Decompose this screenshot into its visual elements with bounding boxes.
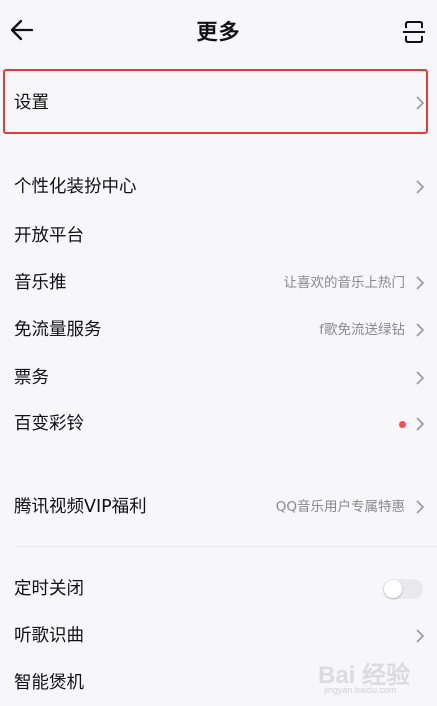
ringtones-item[interactable]: 百变彩铃: [0, 401, 437, 447]
chevron-right-icon: [416, 500, 425, 514]
red-dot-badge: [399, 421, 406, 428]
scan-icon[interactable]: [401, 19, 427, 45]
chevron-right-icon: [416, 371, 425, 385]
tencent-video-vip-label: 腾讯视频VIP福利: [14, 497, 147, 517]
free-data-service-item[interactable]: 免流量服务 f歌免流送绿钻: [0, 307, 437, 353]
sleep-timer-toggle[interactable]: [383, 579, 423, 599]
smart-device-label: 智能煲机: [14, 673, 84, 693]
section-divider: [14, 546, 437, 547]
free-data-service-subtitle: f歌免流送绿钻: [319, 322, 405, 338]
sleep-timer-item: 定时关闭: [0, 566, 437, 612]
tencent-video-vip-item[interactable]: 腾讯视频VIP福利 QQ音乐用户专属特惠: [0, 484, 437, 530]
chevron-right-icon: [416, 180, 425, 194]
tencent-video-vip-subtitle: QQ音乐用户专属特惠: [275, 499, 405, 515]
chevron-right-icon: [416, 629, 425, 643]
music-promo-item[interactable]: 音乐推 让喜欢的音乐上热门: [0, 260, 437, 306]
page-title: 更多: [196, 20, 241, 44]
baidu-jingyan-watermark: Bai 经验 jingyan.baidu.com: [318, 647, 434, 697]
open-platform-label: 开放平台: [14, 226, 84, 246]
chevron-right-icon: [416, 323, 425, 337]
tickets-label: 票务: [14, 368, 49, 388]
sleep-timer-label: 定时关闭: [14, 579, 84, 599]
toggle-knob: [384, 580, 402, 598]
personalization-center-item[interactable]: 个性化装扮中心: [0, 164, 437, 210]
open-platform-item[interactable]: 开放平台: [0, 213, 437, 259]
ringtones-label: 百变彩铃: [14, 414, 84, 434]
music-promo-label: 音乐推: [14, 273, 67, 293]
watermark-subtext: jingyan.baidu.com: [324, 685, 397, 695]
song-recognition-label: 听歌识曲: [14, 626, 84, 646]
music-promo-subtitle: 让喜欢的音乐上热门: [283, 275, 406, 291]
highlight-box: [3, 69, 428, 134]
top-bar: 更多: [0, 0, 437, 62]
free-data-service-label: 免流量服务: [14, 320, 102, 340]
chevron-right-icon: [416, 276, 425, 290]
personalization-center-label: 个性化装扮中心: [14, 177, 137, 197]
tickets-item[interactable]: 票务: [0, 355, 437, 401]
chevron-right-icon: [416, 417, 425, 431]
